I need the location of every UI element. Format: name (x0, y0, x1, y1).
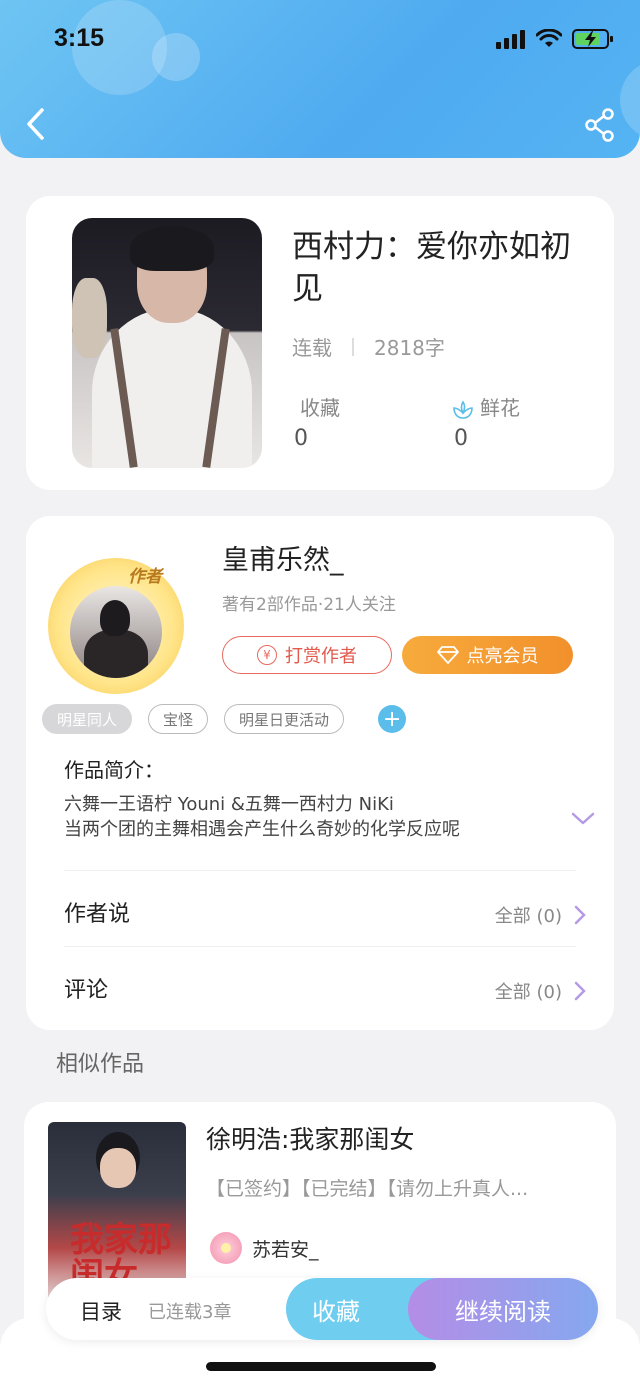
battery-icon (572, 29, 613, 49)
book-cover-image[interactable] (72, 218, 262, 468)
chevron-down-icon[interactable] (570, 810, 596, 828)
add-tag-icon[interactable]: + (378, 705, 407, 733)
decor-bubble (152, 33, 200, 81)
chapter-count: 已连载3章 (148, 1302, 232, 1323)
intro-text: 六舞一王语柠 Youni &五舞一西村力 NiKi 当两个团的主舞相遇会产生什么… (64, 792, 544, 842)
author-meta: 著有2部作品·21人关注 (222, 595, 396, 615)
top-header: 3:15 (0, 0, 640, 158)
comments-all-link[interactable]: 全部 (0) (495, 978, 586, 1004)
book-info-card: 西村力：爱你亦如初见 连载 2818字 收藏 0 鲜花 0 (26, 196, 614, 490)
favorites-value: 0 (294, 426, 308, 451)
book-meta: 连载 2818字 (292, 332, 445, 361)
comments-count: 全部 (0) (494, 982, 562, 1003)
divider (64, 870, 576, 871)
tag-list: 明星同人 宝怪 明星日更活动 + (42, 704, 407, 734)
tag-item[interactable]: 明星日更活动 (224, 704, 345, 734)
similar-title[interactable]: 徐明浩:我家那闺女 (206, 1120, 414, 1156)
chevron-right-icon (574, 981, 586, 1001)
intro-line: 当两个团的主舞相遇会产生什么奇妙的化学反应呢 (64, 819, 460, 840)
back-arrow-icon[interactable] (22, 106, 52, 142)
toc-button[interactable]: 目录 (80, 1296, 122, 1326)
tip-author-button[interactable]: ¥ 打赏作者 (222, 636, 392, 674)
author-says-count: 全部 (0) (494, 906, 562, 927)
similar-section-title: 相似作品 (56, 1052, 145, 1077)
intro-line: 六舞一王语柠 Youni &五舞一西村力 NiKi (64, 794, 394, 815)
author-avatar (210, 1232, 242, 1264)
tag-item[interactable]: 明星同人 (42, 704, 133, 734)
divider (64, 946, 576, 947)
similar-cover-image[interactable]: 我家那闺女 (48, 1122, 186, 1302)
vip-label: 点亮会员 (466, 646, 539, 667)
author-badge: 作者 (128, 567, 162, 587)
meta-divider (352, 337, 354, 356)
flowers-label: 鲜花 (480, 396, 520, 420)
word-count: 2818字 (374, 336, 445, 360)
author-avatar[interactable]: 作者 (48, 558, 184, 694)
flower-icon (453, 400, 473, 419)
signal-icon (496, 30, 525, 49)
continue-reading-button[interactable]: 继续阅读 (408, 1278, 598, 1340)
book-title: 西村力：爱你亦如初见 (292, 229, 571, 307)
author-says-label: 作者说 (64, 902, 131, 927)
decor-bubble (620, 60, 640, 140)
status-time: 3:15 (54, 24, 105, 52)
vip-button[interactable]: 点亮会员 (402, 636, 573, 674)
wifi-icon (536, 29, 562, 47)
chevron-right-icon (574, 905, 586, 925)
book-status: 连载 (292, 336, 332, 360)
comments-label: 评论 (64, 978, 109, 1003)
status-icons (496, 28, 614, 50)
author-card: 作者 皇甫乐然_ 著有2部作品·21人关注 ¥ 打赏作者 点亮会员 明星同人 宝… (26, 516, 614, 1030)
flowers-stat[interactable]: 鲜花 (452, 392, 520, 421)
author-name[interactable]: 皇甫乐然_ (222, 538, 344, 577)
similar-tags: 【已签约】【已完结】【请勿上升真人... (206, 1178, 529, 1200)
flowers-value: 0 (454, 426, 468, 451)
similar-author-name: 苏若安_ (252, 1238, 319, 1261)
coin-icon: ¥ (257, 645, 277, 665)
author-says-all-link[interactable]: 全部 (0) (495, 902, 586, 928)
home-indicator (206, 1362, 436, 1371)
tip-author-label: 打赏作者 (285, 646, 357, 667)
diamond-icon (436, 646, 459, 664)
intro-label: 作品简介： (64, 758, 164, 782)
share-icon[interactable] (584, 108, 616, 142)
similar-author: 苏若安_ (210, 1232, 319, 1264)
bottom-action-bar: 目录 已连载3章 收藏 继续阅读 (46, 1278, 598, 1340)
favorites-label: 收藏 (300, 396, 340, 420)
tag-item[interactable]: 宝怪 (148, 704, 209, 734)
